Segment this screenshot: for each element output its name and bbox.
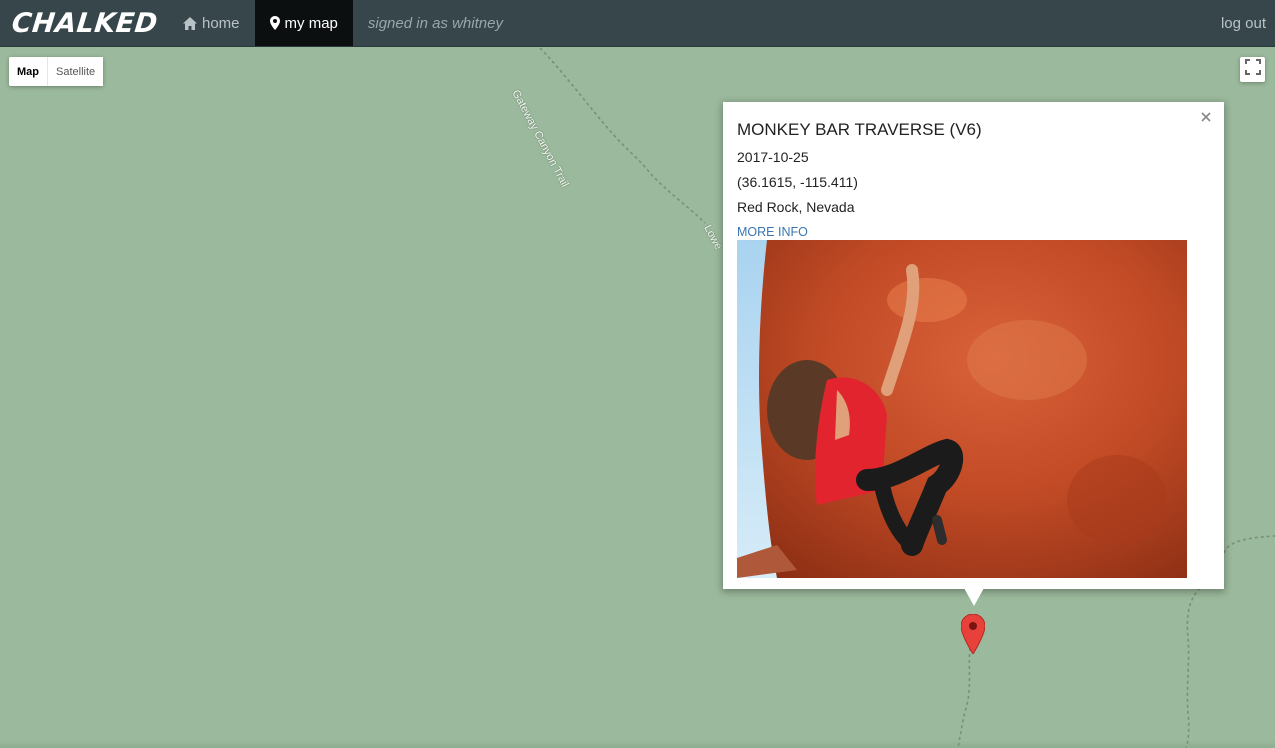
- map-marker-icon: [960, 613, 986, 655]
- map-type-control: Map Satellite: [9, 57, 104, 86]
- brand-logo[interactable]: CHALKED: [0, 0, 170, 46]
- map-marker[interactable]: [960, 613, 986, 659]
- home-icon: [183, 16, 197, 30]
- more-info-link[interactable]: MORE INFO: [737, 225, 1210, 239]
- logout-link[interactable]: log out: [1221, 0, 1275, 46]
- fullscreen-button[interactable]: [1240, 57, 1265, 82]
- info-window: MONKEY BAR TRAVERSE (V6) 2017-10-25 (36.…: [723, 102, 1224, 606]
- problem-date: 2017-10-25: [737, 149, 809, 165]
- climber-photo[interactable]: [737, 240, 1187, 578]
- problem-location: Red Rock, Nevada: [737, 199, 855, 215]
- map-type-satellite-button[interactable]: Satellite: [48, 57, 104, 86]
- problem-title: MONKEY BAR TRAVERSE (V6): [737, 120, 982, 139]
- map-canvas[interactable]: Gateway Canyon Trail Lowe Map Satellite …: [0, 48, 1275, 748]
- nav-my-map-label: my map: [284, 14, 338, 32]
- nav-home-label: home: [202, 14, 240, 32]
- signed-in-text: signed in as whitney: [367, 14, 503, 32]
- map-type-map-button[interactable]: Map: [9, 57, 48, 86]
- close-button[interactable]: [1196, 108, 1216, 128]
- fullscreen-icon: [1244, 59, 1261, 80]
- top-navbar: CHALKED home my map signed in as whitney…: [0, 0, 1275, 47]
- close-icon: [1201, 109, 1211, 127]
- map-bottom-shade: [0, 740, 1275, 748]
- info-window-tail: [964, 588, 984, 606]
- problem-coordinates: (36.1615, -115.411): [737, 174, 858, 190]
- nav-my-map-link[interactable]: my map: [254, 0, 353, 46]
- map-pin-icon: [269, 16, 280, 30]
- nav-home-link[interactable]: home: [168, 0, 255, 46]
